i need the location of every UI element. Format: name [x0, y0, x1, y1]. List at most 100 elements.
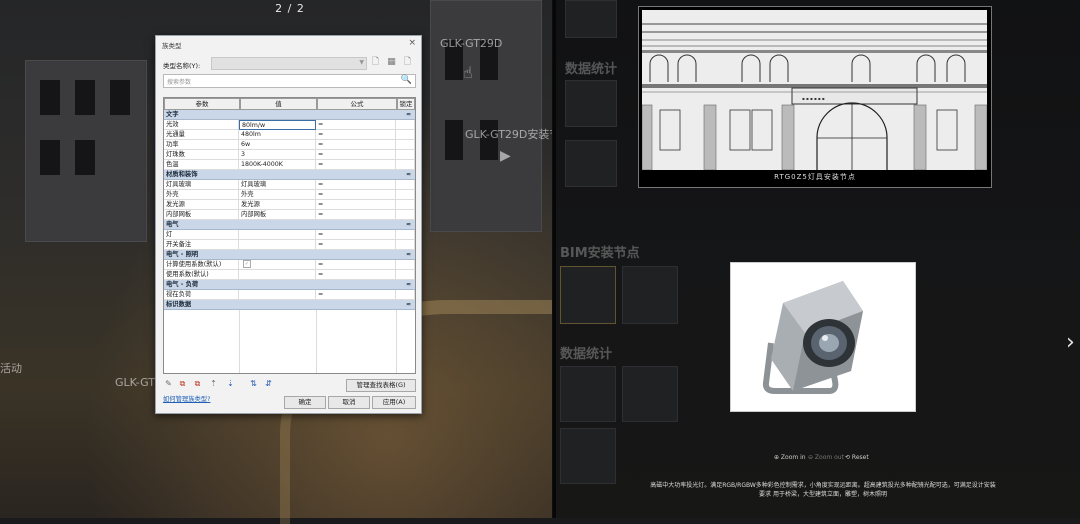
- param-value[interactable]: 灯具玻璃: [239, 180, 316, 190]
- param-lock[interactable]: [396, 270, 415, 280]
- param-name: 灯珠数: [164, 150, 239, 160]
- zoom-out-button[interactable]: ⊖ Zoom out: [808, 454, 844, 461]
- param-lock[interactable]: [396, 120, 415, 130]
- reset-button[interactable]: ⟲ Reset: [845, 454, 869, 461]
- param-value[interactable]: 6w: [239, 140, 316, 150]
- collapse-icon[interactable]: ≈: [406, 220, 411, 230]
- group-header[interactable]: 标识数据 ≈: [164, 300, 415, 310]
- param-value[interactable]: [239, 290, 316, 300]
- next-arrow-icon[interactable]: ›: [1066, 330, 1075, 355]
- collapse-icon[interactable]: ≈: [406, 170, 411, 180]
- param-lock[interactable]: [396, 180, 415, 190]
- parameter-row[interactable]: 功率 6w =: [164, 140, 415, 150]
- parameter-row[interactable]: 灯具玻璃 灯具玻璃 =: [164, 180, 415, 190]
- param-value[interactable]: 外壳: [239, 190, 316, 200]
- param-value[interactable]: 3: [239, 150, 316, 160]
- param-formula[interactable]: =: [316, 260, 396, 270]
- close-icon[interactable]: ×: [408, 38, 416, 48]
- collapse-icon[interactable]: ≈: [406, 300, 411, 310]
- param-lock[interactable]: [396, 290, 415, 300]
- param-formula[interactable]: =: [316, 130, 396, 140]
- move-up-icon[interactable]: ⇡: [209, 379, 218, 389]
- param-value[interactable]: 发光源: [239, 200, 316, 210]
- parameter-row[interactable]: 发光源 发光源 =: [164, 200, 415, 210]
- param-value[interactable]: [239, 230, 316, 240]
- param-lock[interactable]: [396, 260, 415, 270]
- help-link[interactable]: 如何管理族类型?: [163, 394, 210, 403]
- param-formula[interactable]: =: [316, 210, 396, 220]
- new-type-icon[interactable]: 🗋: [370, 57, 381, 68]
- param-formula[interactable]: =: [316, 230, 396, 240]
- parameter-row[interactable]: 光效 80lm/w =: [164, 120, 415, 130]
- param-lock[interactable]: [396, 210, 415, 220]
- group-header[interactable]: 电气 ≈: [164, 220, 415, 230]
- group-header[interactable]: 文字 ≈: [164, 110, 415, 120]
- collapse-icon[interactable]: ≈: [406, 110, 411, 120]
- column-header-value[interactable]: 值: [240, 98, 317, 110]
- search-input[interactable]: 搜索参数 🔍: [163, 74, 416, 88]
- param-formula[interactable]: =: [316, 160, 396, 170]
- param-value[interactable]: 1800K-4000K: [239, 160, 316, 170]
- param-formula[interactable]: =: [316, 180, 396, 190]
- param-lock[interactable]: [396, 140, 415, 150]
- edit-type-icon[interactable]: ✎: [164, 379, 173, 389]
- parameter-row[interactable]: 色温 1800K-4000K =: [164, 160, 415, 170]
- parameter-row[interactable]: 外壳 外壳 =: [164, 190, 415, 200]
- cancel-button[interactable]: 取消: [328, 396, 370, 409]
- param-lock[interactable]: [396, 150, 415, 160]
- param-formula[interactable]: =: [316, 240, 396, 250]
- type-name-select[interactable]: ▼: [211, 57, 367, 70]
- param-lock[interactable]: [396, 230, 415, 240]
- apply-button[interactable]: 应用(A): [372, 396, 416, 409]
- parameter-row[interactable]: 灯珠数 3 =: [164, 150, 415, 160]
- collapse-icon[interactable]: ≈: [406, 250, 411, 260]
- parameter-row[interactable]: 开关备注 =: [164, 240, 415, 250]
- param-value[interactable]: [239, 240, 316, 250]
- param-lock[interactable]: [396, 200, 415, 210]
- param-formula[interactable]: =: [316, 150, 396, 160]
- play-icon[interactable]: ▶: [500, 148, 511, 164]
- new-parameter-icon[interactable]: ⧉: [178, 379, 187, 389]
- ok-button[interactable]: 确定: [284, 396, 326, 409]
- param-value[interactable]: 480lm: [239, 130, 316, 140]
- param-formula[interactable]: =: [316, 190, 396, 200]
- param-formula[interactable]: =: [316, 200, 396, 210]
- group-header[interactable]: 材质和装饰 ≈: [164, 170, 415, 180]
- param-formula[interactable]: =: [316, 120, 396, 130]
- parameter-row[interactable]: 视在负荷 =: [164, 290, 415, 300]
- param-lock[interactable]: [396, 130, 415, 140]
- sort-ascending-icon[interactable]: ⇅: [249, 379, 258, 389]
- param-formula[interactable]: =: [316, 270, 396, 280]
- manage-lookup-tables-button[interactable]: 管理查找表格(G): [346, 379, 416, 392]
- move-down-icon[interactable]: ⇣: [226, 379, 235, 389]
- param-formula[interactable]: =: [316, 290, 396, 300]
- collapse-icon[interactable]: ≈: [406, 280, 411, 290]
- parameter-row[interactable]: 内部网板 内部网板 =: [164, 210, 415, 220]
- param-value[interactable]: [239, 270, 316, 280]
- column-header-formula[interactable]: 公式: [317, 98, 397, 110]
- cad-drawing-frame[interactable]: ▪ ▪ ▪ ▪ ▪ ▪ RTG0Z5灯具安装节点: [638, 6, 992, 188]
- param-formula[interactable]: =: [316, 140, 396, 150]
- param-lock[interactable]: [396, 240, 415, 250]
- parameter-row[interactable]: 灯 =: [164, 230, 415, 240]
- rename-type-icon[interactable]: ▦: [386, 57, 397, 68]
- group-header[interactable]: 电气 - 照明 ≈: [164, 250, 415, 260]
- group-header[interactable]: 电气 - 负荷 ≈: [164, 280, 415, 290]
- parameter-row[interactable]: 光通量 480lm =: [164, 130, 415, 140]
- param-value-checkbox[interactable]: ✓: [239, 260, 316, 270]
- param-value[interactable]: 内部网板: [239, 210, 316, 220]
- param-lock[interactable]: [396, 160, 415, 170]
- zoom-in-button[interactable]: ⊕ Zoom in: [774, 454, 806, 461]
- column-header-parameter[interactable]: 参数: [164, 98, 240, 110]
- param-value-input[interactable]: 80lm/w: [239, 120, 316, 130]
- parameter-row[interactable]: 使用系数(默认) =: [164, 270, 415, 280]
- delete-parameter-icon[interactable]: ⧉: [193, 379, 202, 389]
- param-lock[interactable]: [396, 190, 415, 200]
- column-header-lock[interactable]: 锁定: [397, 98, 415, 110]
- checkbox-checked-icon[interactable]: ✓: [243, 260, 251, 268]
- parameter-grid: 参数 值 公式 锁定 文字 ≈ 光效 80lm/w = 光通量 480lm = 功率 6w =…: [163, 97, 416, 374]
- sort-descending-icon[interactable]: ⇵: [264, 379, 273, 389]
- delete-type-icon[interactable]: 🗋: [402, 57, 413, 68]
- parameter-row[interactable]: 计算使用系数(默认) ✓ =: [164, 260, 415, 270]
- search-icon[interactable]: 🔍: [401, 75, 412, 85]
